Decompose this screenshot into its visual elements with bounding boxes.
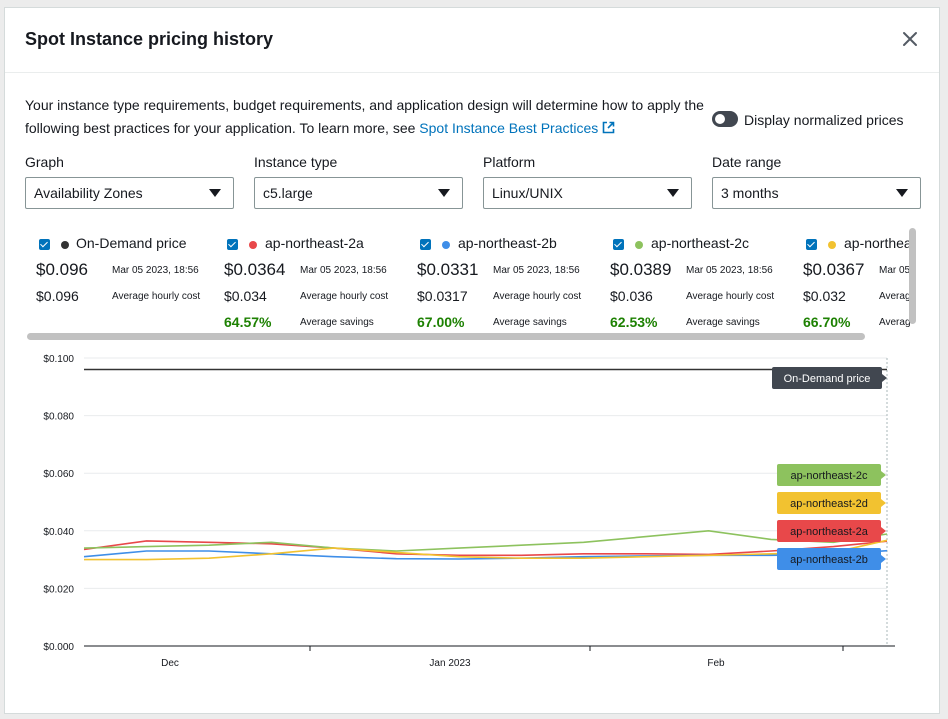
- series-dot-icon: [828, 241, 836, 249]
- series-end-tag-label: ap-northeast-2b: [790, 554, 868, 566]
- platform-label: Platform: [483, 154, 536, 170]
- current-price: $0.0367: [803, 260, 865, 279]
- series-dot-icon: [249, 241, 257, 249]
- current-price: $0.0389: [610, 260, 672, 279]
- y-tick-label: $0.100: [43, 354, 74, 365]
- ap-northeast-2b-checkbox[interactable]: [420, 239, 431, 250]
- graph-select[interactable]: Availability Zones: [25, 177, 234, 209]
- caret-down-icon: [667, 189, 679, 197]
- toggle-knob: [715, 114, 725, 124]
- current-price: $0.0364: [224, 260, 286, 279]
- average-price: $0.034: [224, 288, 267, 304]
- ap-northeast-2d-checkbox[interactable]: [806, 239, 817, 250]
- series-end-tag-arrow: [882, 374, 887, 382]
- average-saving-label: Averag: [879, 317, 911, 328]
- series-dot-icon: [61, 241, 69, 249]
- average-saving-label: Average savings: [493, 317, 567, 328]
- current-price: $0.096: [36, 260, 88, 279]
- platform-select[interactable]: Linux/UNIX: [483, 177, 692, 209]
- average-cost-label: Average hourly cost: [112, 291, 201, 302]
- price-history-chart: $0.100 $0.080 $0.060 $0.040 $0.020 $0.000 Dec J…: [43, 354, 895, 669]
- ap-northeast-2c-checkbox[interactable]: [613, 239, 624, 250]
- average-price: $0.036: [610, 288, 653, 304]
- caret-down-icon: [896, 189, 908, 197]
- series-end-tag-label: ap-northeast-2c: [790, 470, 868, 482]
- series-end-tag-label: ap-northeast-2a: [790, 526, 869, 538]
- average-saving: 66.70%: [803, 314, 851, 330]
- series-line: [83, 529, 888, 552]
- instance-type-label: Instance type: [254, 154, 338, 170]
- modal-description: Your instance type requirements, budget …: [25, 94, 705, 140]
- series-end-tag-arrow: [881, 555, 886, 563]
- series-end-tag-arrow: [881, 471, 886, 479]
- series-end-tag-label: ap-northeast-2d: [790, 498, 868, 510]
- x-tick-label: Feb: [707, 658, 725, 669]
- series-name: On-Demand price: [76, 235, 187, 251]
- price-timestamp: Mar 05 2023, 18:56: [493, 265, 580, 276]
- average-saving: 62.53%: [610, 314, 658, 330]
- y-tick-label: $0.060: [43, 469, 74, 480]
- average-price: $0.032: [803, 288, 846, 304]
- instance-type-select[interactable]: c5.large: [254, 177, 463, 209]
- average-saving-label: Average savings: [686, 317, 760, 328]
- average-price: $0.0317: [417, 288, 468, 304]
- series-name: ap-northeast-2c: [651, 235, 750, 251]
- series-line: [84, 539, 888, 561]
- legend-item-ap-northeast-2d: ap-northea $0.0367 Mar 05 $0.032 Averag …: [792, 227, 912, 337]
- caret-down-icon: [438, 189, 450, 197]
- y-tick-label: $0.040: [43, 527, 74, 538]
- price-timestamp: Mar 05 2023, 18:56: [300, 265, 387, 276]
- series-legend-panel: On-Demand price $0.096 Mar 05 2023, 18:5…: [25, 227, 921, 341]
- pricing-history-modal: Spot Instance pricing history Your insta…: [4, 7, 940, 714]
- y-tick-label: $0.000: [43, 642, 74, 653]
- graph-label: Graph: [25, 154, 64, 170]
- y-tick-label: $0.080: [43, 412, 74, 423]
- ap-northeast-2a-checkbox[interactable]: [227, 239, 238, 250]
- instance-type-select-value: c5.large: [263, 185, 313, 201]
- caret-down-icon: [209, 189, 221, 197]
- average-saving: 64.57%: [224, 314, 272, 330]
- platform-select-value: Linux/UNIX: [492, 185, 563, 201]
- average-cost-label: Average hourly cost: [493, 291, 582, 302]
- current-price: $0.0331: [417, 260, 479, 279]
- date-range-select[interactable]: 3 months: [712, 177, 921, 209]
- average-cost-label: Averag: [879, 291, 911, 302]
- external-link-icon: [602, 121, 615, 134]
- legend-vertical-scrollbar[interactable]: [909, 228, 916, 324]
- series-name: ap-northea: [844, 235, 912, 251]
- graph-select-value: Availability Zones: [34, 185, 143, 201]
- x-tick-label: Jan 2023: [429, 658, 471, 669]
- average-saving: 67.00%: [417, 314, 465, 330]
- normalized-prices-toggle[interactable]: [712, 111, 738, 127]
- average-cost-label: Average hourly cost: [300, 291, 389, 302]
- series-name: ap-northeast-2a: [265, 235, 364, 251]
- price-timestamp: Mar 05 2023, 18:56: [686, 265, 773, 276]
- series-name: ap-northeast-2b: [458, 235, 557, 251]
- average-price: $0.096: [36, 288, 79, 304]
- on-demand-checkbox[interactable]: [39, 239, 50, 250]
- average-saving-label: Average savings: [300, 317, 374, 328]
- series-dot-icon: [442, 241, 450, 249]
- price-timestamp: Mar 05 2023, 18:56: [112, 265, 199, 276]
- date-range-label: Date range: [712, 154, 782, 170]
- average-cost-label: Average hourly cost: [686, 291, 775, 302]
- series-end-tag-arrow: [881, 499, 886, 507]
- date-range-select-value: 3 months: [721, 185, 779, 201]
- toggle-label: Display normalized prices: [744, 112, 904, 128]
- series-dot-icon: [635, 241, 643, 249]
- modal-title: Spot Instance pricing history: [25, 29, 274, 49]
- legend-horizontal-scrollbar[interactable]: [27, 333, 865, 340]
- y-tick-label: $0.020: [43, 584, 74, 595]
- best-practices-link[interactable]: Spot Instance Best Practices: [419, 120, 615, 136]
- series-end-tag-label: On-Demand price: [784, 373, 871, 385]
- close-icon[interactable]: [899, 28, 921, 50]
- x-tick-label: Dec: [161, 658, 179, 669]
- modal-header: Spot Instance pricing history: [5, 8, 939, 73]
- price-timestamp: Mar 05: [879, 265, 911, 276]
